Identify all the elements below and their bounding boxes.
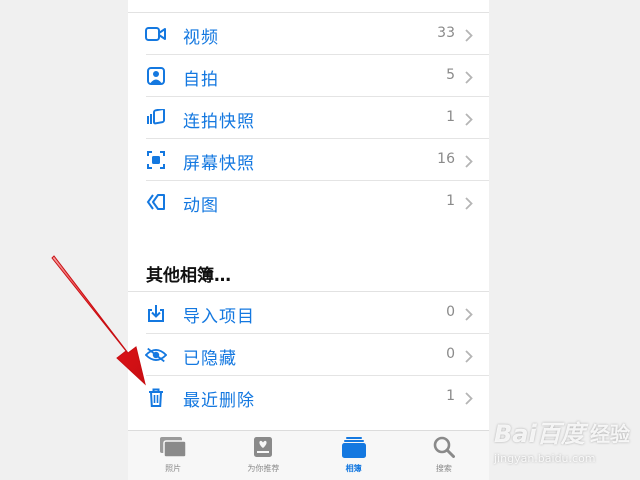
search-icon (433, 436, 455, 462)
chevron-right-icon (465, 390, 473, 409)
photos-icon (159, 436, 187, 462)
screenshot-icon (145, 150, 167, 170)
tab-albums[interactable]: 相簿 (309, 431, 399, 480)
album-row-recently-deleted[interactable]: 最近删除 1 (128, 376, 489, 418)
tab-photos[interactable]: 照片 (128, 431, 218, 480)
tab-label: 搜索 (435, 464, 452, 473)
album-row-hidden[interactable]: 已隐藏 0 (128, 334, 489, 376)
burst-icon (145, 108, 167, 128)
import-icon (145, 303, 167, 323)
trash-icon (145, 387, 167, 407)
chevron-right-icon (465, 195, 473, 214)
album-row-animated[interactable]: 动图 1 (128, 181, 489, 223)
chevron-right-icon (465, 306, 473, 325)
album-count: 0 (446, 346, 455, 362)
chevron-right-icon (465, 69, 473, 88)
album-count: 5 (446, 67, 455, 83)
chevron-right-icon (465, 27, 473, 46)
tab-bar: 照片 为你推荐 相簿 搜索 (128, 430, 489, 480)
video-icon (145, 24, 167, 44)
chevron-right-icon (465, 348, 473, 367)
tab-for-you[interactable]: 为你推荐 (218, 431, 308, 480)
album-count: 0 (446, 304, 455, 320)
chevron-right-icon (465, 111, 473, 130)
album-label: 视频 (183, 28, 219, 48)
album-row-selfies[interactable]: 自拍 5 (128, 55, 489, 97)
baidu-jingyan-watermark: Bai百度 经验 jingyan.baidu.com (494, 414, 634, 474)
hidden-eye-icon (145, 345, 167, 365)
animated-icon (145, 192, 167, 212)
album-label: 屏幕快照 (183, 154, 255, 174)
watermark-sub: 经验 (590, 422, 630, 446)
album-count: 33 (437, 25, 455, 41)
section-title-other-albums: 其他相簿… (146, 266, 231, 286)
chevron-right-icon (465, 153, 473, 172)
album-count: 1 (446, 109, 455, 125)
album-label: 连拍快照 (183, 112, 255, 132)
tab-search[interactable]: 搜索 (399, 431, 489, 480)
album-count: 1 (446, 388, 455, 404)
selfie-icon (145, 66, 167, 86)
album-row-burst[interactable]: 连拍快照 1 (128, 97, 489, 139)
photos-app-screen: 视频 33 自拍 5 连拍快照 1 屏幕快照 16 动图 1 其他相簿… 导入项… (128, 0, 489, 480)
album-row-videos[interactable]: 视频 33 (128, 13, 489, 55)
album-label: 自拍 (183, 70, 219, 90)
album-label: 最近删除 (183, 391, 255, 411)
watermark-logo: Bai百度 (494, 420, 585, 448)
watermark-url: jingyan.baidu.com (494, 452, 596, 465)
album-count: 1 (446, 193, 455, 209)
album-label: 动图 (183, 196, 219, 216)
album-row-imports[interactable]: 导入项目 0 (128, 292, 489, 334)
album-row-screenshots[interactable]: 屏幕快照 16 (128, 139, 489, 181)
albums-icon (341, 436, 366, 462)
album-count: 16 (437, 151, 455, 167)
tab-label: 相簿 (345, 464, 362, 473)
tab-label: 照片 (165, 464, 182, 473)
album-label: 已隐藏 (183, 349, 237, 369)
tab-label: 为你推荐 (247, 464, 280, 473)
for-you-icon (253, 436, 273, 462)
album-label: 导入项目 (183, 307, 255, 327)
